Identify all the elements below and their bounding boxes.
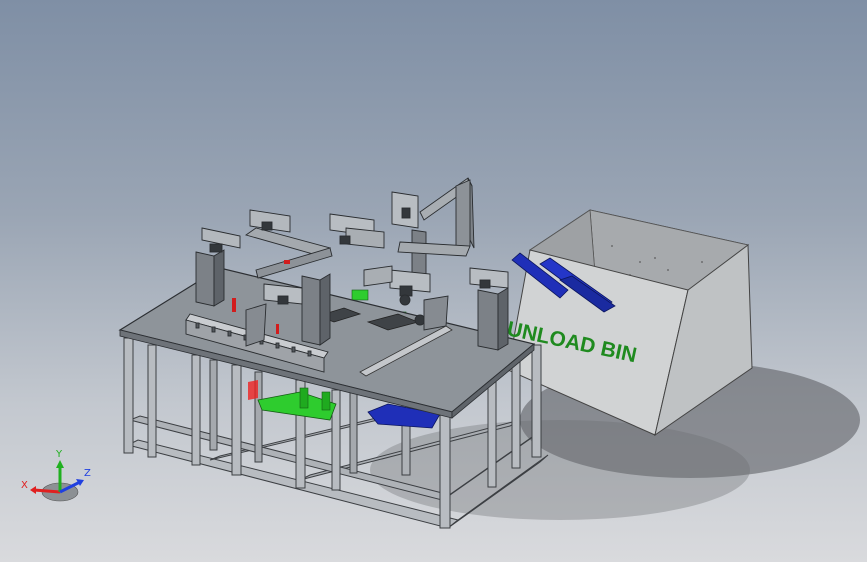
- z-axis-label: Z: [84, 468, 91, 479]
- y-axis-label: Y: [55, 449, 63, 460]
- x-axis-label: X: [21, 480, 28, 491]
- coordinate-triad: X Y Z: [21, 449, 91, 502]
- cad-graphics-viewport[interactable]: UNLOAD BIN X Y Z: [0, 0, 867, 562]
- assembly-model[interactable]: UNLOAD BIN: [0, 0, 867, 562]
